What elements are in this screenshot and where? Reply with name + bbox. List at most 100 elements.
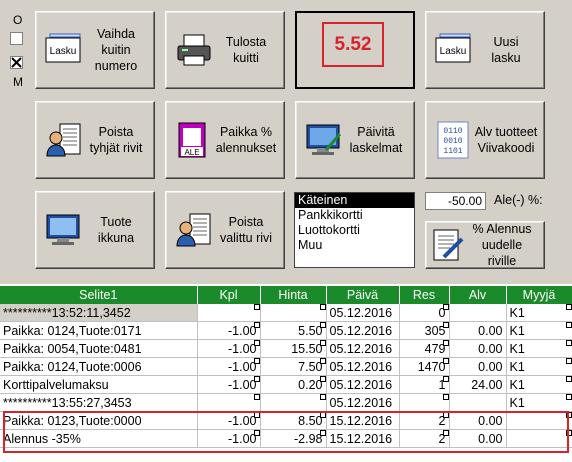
table-cell[interactable]: 24.00: [449, 375, 507, 394]
column-header-price[interactable]: Hinta: [260, 286, 327, 304]
print-receipt-button[interactable]: Tulosta kuitti: [165, 11, 285, 89]
table-cell[interactable]: K1: [506, 393, 572, 412]
cell-marker: [442, 304, 448, 310]
delete-selected-row-button[interactable]: Poista valittu rivi: [165, 191, 285, 269]
table-cell[interactable]: 15.50: [260, 339, 327, 358]
option-checkbox-empty[interactable]: [10, 32, 23, 45]
product-window-button[interactable]: Tuote ikkuna: [35, 191, 155, 269]
change-receipt-number-button[interactable]: Lasku Vaihda kuitin numero: [35, 11, 155, 89]
table-cell[interactable]: [399, 393, 450, 412]
payment-method-list[interactable]: Käteinen Pankkikortti Luottokortti Muu: [294, 192, 415, 268]
table-row[interactable]: Paikka: 0124,Tuote:0006 -1.00 7.50 05.12.20…: [0, 357, 572, 376]
column-header-date[interactable]: Päivä: [326, 286, 400, 304]
table-cell[interactable]: [506, 411, 572, 430]
column-header-res[interactable]: Res: [399, 286, 450, 304]
table-cell[interactable]: **********13:52:11,3452: [0, 304, 198, 322]
table-cell[interactable]: -1.00: [197, 375, 261, 394]
cell-marker: [253, 340, 259, 346]
option-checkbox-checked[interactable]: [10, 56, 23, 69]
table-cell[interactable]: -1.00: [197, 429, 261, 448]
table-cell[interactable]: 05.12.2016: [326, 321, 400, 340]
table-row[interactable]: **********13:52:11,3452 05.12.2016 0 K1: [0, 304, 572, 322]
cell-marker: [319, 322, 325, 328]
cell-marker: [319, 412, 325, 418]
column-header-description[interactable]: Selite1: [0, 286, 198, 304]
table-cell[interactable]: 7.50: [260, 357, 327, 376]
person-document-icon: [44, 120, 84, 160]
table-cell[interactable]: 0.00: [449, 321, 507, 340]
table-cell[interactable]: 2: [399, 411, 450, 430]
table-cell[interactable]: 1: [399, 375, 450, 394]
table-cell[interactable]: 5.50: [260, 321, 327, 340]
table-cell[interactable]: Paikka: 0123,Tuote:0000: [0, 411, 198, 430]
table-cell[interactable]: Alennus -35%: [0, 429, 198, 448]
table-cell[interactable]: 05.12.2016: [326, 304, 400, 322]
table-cell[interactable]: 0.00: [449, 429, 507, 448]
payment-option-cash[interactable]: Käteinen: [295, 193, 414, 208]
table-cell[interactable]: [197, 304, 261, 322]
table-cell[interactable]: -1.00: [197, 411, 261, 430]
table-cell[interactable]: 05.12.2016: [326, 393, 400, 412]
vat-products-barcode-button[interactable]: 0110 0010 1101 Alv tuotteet Viivakoodi: [425, 101, 545, 179]
table-cell[interactable]: 0.00: [449, 339, 507, 358]
table-cell[interactable]: **********13:55:27,3453: [0, 393, 198, 412]
table-cell[interactable]: -1.00: [197, 357, 261, 376]
cell-marker: [319, 376, 325, 382]
table-cell[interactable]: [449, 393, 507, 412]
new-invoice-label: Uusi lasku: [491, 35, 521, 65]
delete-empty-rows-button[interactable]: Poista tyhjät rivit: [35, 101, 155, 179]
table-cell[interactable]: K1: [506, 339, 572, 358]
table-cell[interactable]: [506, 429, 572, 448]
table-cell[interactable]: K1: [506, 357, 572, 376]
table-cell[interactable]: [260, 304, 327, 322]
table-cell[interactable]: 05.12.2016: [326, 339, 400, 358]
column-header-seller[interactable]: Myyjä: [506, 286, 572, 304]
table-row[interactable]: Alennus -35% -1.00 -2.98 15.12.2016 2 0.00: [0, 429, 572, 448]
table-cell[interactable]: 15.12.2016: [326, 429, 400, 448]
payment-option-credit-card[interactable]: Luottokortti: [295, 223, 414, 238]
table-cell[interactable]: [260, 393, 327, 412]
table-cell[interactable]: 0.00: [449, 357, 507, 376]
payment-option-bank-card[interactable]: Pankkikortti: [295, 208, 414, 223]
table-cell[interactable]: -1.00: [197, 339, 261, 358]
discount-percent-input[interactable]: -50.00: [425, 192, 486, 210]
table-cell[interactable]: K1: [506, 375, 572, 394]
discount-new-row-button[interactable]: % Alennus uudelle riville: [425, 221, 545, 269]
table-cell[interactable]: 05.12.2016: [326, 357, 400, 376]
table-cell[interactable]: 0.00: [449, 411, 507, 430]
table-cell[interactable]: 05.12.2016: [326, 375, 400, 394]
table-cell[interactable]: 8.50: [260, 411, 327, 430]
table-cell[interactable]: Paikka: 0124,Tuote:0171: [0, 321, 198, 340]
vat-products-barcode-label: Alv tuotteet Viivakoodi: [474, 125, 538, 155]
table-row[interactable]: Paikka: 0123,Tuote:0000 -1.00 8.50 15.12.20…: [0, 411, 572, 430]
update-calculations-button[interactable]: Päivitä laskelmat: [295, 101, 415, 179]
column-header-quantity[interactable]: Kpl: [197, 286, 261, 304]
table-cell[interactable]: 0: [399, 304, 450, 322]
table-cell[interactable]: [449, 304, 507, 322]
table-cell[interactable]: 305: [399, 321, 450, 340]
table-cell[interactable]: -1.00: [197, 321, 261, 340]
table-cell[interactable]: 1470: [399, 357, 450, 376]
table-cell[interactable]: Korttipalvelumaksu: [0, 375, 198, 394]
table-row[interactable]: Paikka: 0054,Tuote:0481 -1.00 15.50 05.12.2…: [0, 339, 572, 358]
new-invoice-button[interactable]: Lasku Uusi lasku: [425, 11, 545, 89]
table-cell[interactable]: [197, 393, 261, 412]
table-cell[interactable]: 15.12.2016: [326, 411, 400, 430]
svg-text:ALE: ALE: [184, 148, 199, 157]
place-discounts-button[interactable]: ALE Paikka % alennukset: [165, 101, 285, 179]
table-cell[interactable]: 0.20: [260, 375, 327, 394]
table-cell[interactable]: K1: [506, 304, 572, 322]
table-cell[interactable]: Paikka: 0054,Tuote:0481: [0, 339, 198, 358]
column-header-vat[interactable]: Alv: [449, 286, 507, 304]
table-cell[interactable]: 479: [399, 339, 450, 358]
table-row[interactable]: Paikka: 0124,Tuote:0171 -1.00 5.50 05.12.20…: [0, 321, 572, 340]
table-cell[interactable]: Paikka: 0124,Tuote:0006: [0, 357, 198, 376]
table-row[interactable]: **********13:55:27,3453 05.12.2016 K1: [0, 393, 572, 412]
table-row[interactable]: Korttipalvelumaksu -1.00 0.20 05.12.2016 1 24…: [0, 375, 572, 394]
table-cell[interactable]: 2: [399, 429, 450, 448]
payment-option-other[interactable]: Muu: [295, 238, 414, 253]
delete-selected-row-label: Poista valittu rivi: [219, 215, 273, 245]
table-cell[interactable]: -2.98: [260, 429, 327, 448]
table-cell[interactable]: K1: [506, 321, 572, 340]
discount-percent-label: Ale(-) %:: [494, 193, 543, 207]
